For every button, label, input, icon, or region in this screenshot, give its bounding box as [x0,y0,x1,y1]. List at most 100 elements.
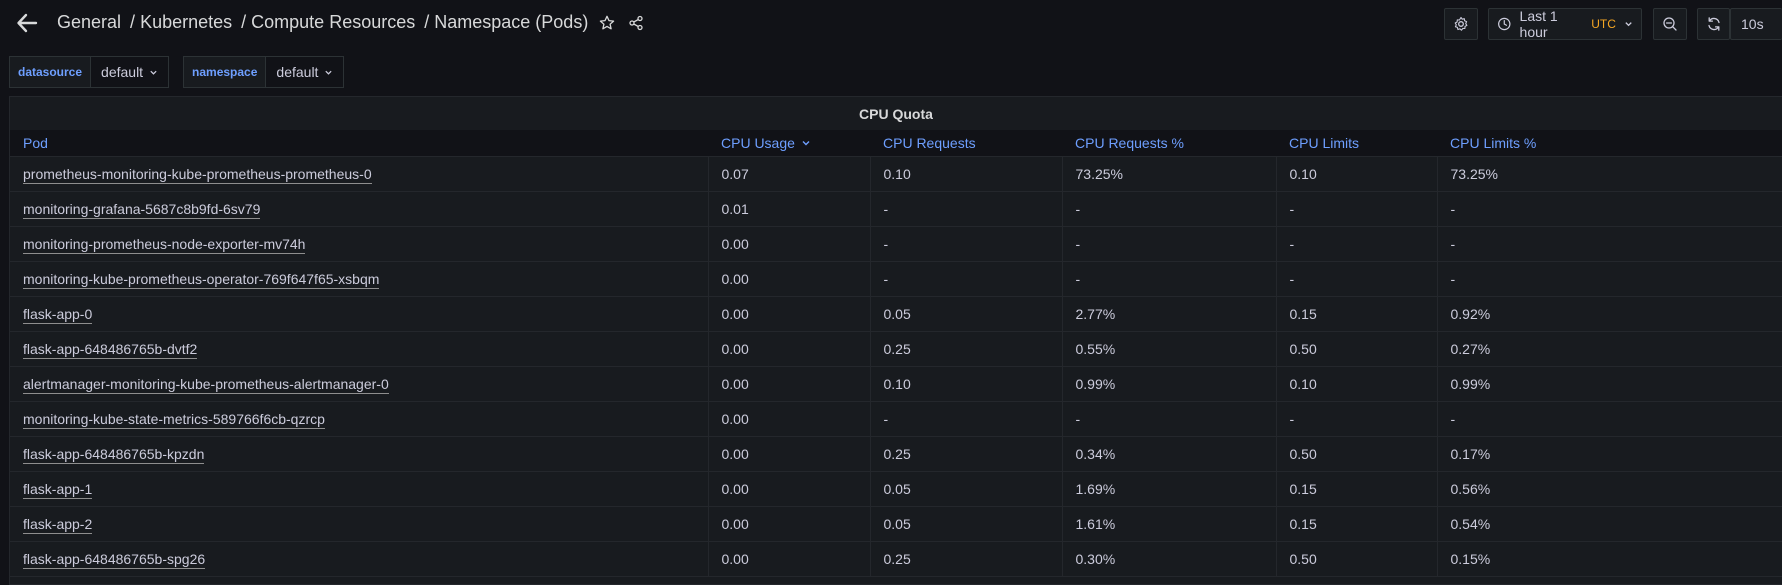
variable-label-namespace: namespace [183,56,267,88]
arrow-left-icon [17,13,38,33]
cpu-limits-pct-cell: - [1437,191,1782,227]
cpu-usage-cell: 0.07 [708,156,871,192]
share-icon [629,15,643,30]
cpu-usage-cell: 0.00 [708,261,871,297]
clock-icon [1498,17,1511,31]
cpu-limits-pct-cell: 73.25% [1437,156,1782,192]
cpu-requests-cell: 0.25 [870,541,1063,577]
cpu-requests-pct-cell: 1.61% [1062,506,1277,542]
table-row: flask-app-1 0.00 0.05 1.69% 0.15 0.56% [10,471,1782,507]
table-row: alertmanager-monitoring-kube-prometheus-… [10,366,1782,402]
cpu-quota-table: Pod CPU Usage CPU Requests CPU Requests … [10,130,1782,577]
pod-name-link[interactable]: alertmanager-monitoring-kube-prometheus-… [23,376,389,394]
cpu-limits-pct-cell: 0.56% [1437,471,1782,507]
pod-cell: flask-app-2 [10,506,709,542]
pod-name-link[interactable]: prometheus-monitoring-kube-prometheus-pr… [23,166,372,184]
refresh-button[interactable] [1697,8,1730,40]
pod-name-link[interactable]: flask-app-648486765b-spg26 [23,551,206,569]
column-header-pod[interactable]: Pod [10,130,708,157]
table-row: flask-app-2 0.00 0.05 1.61% 0.15 0.54% [10,506,1782,542]
cpu-limits-cell: - [1276,261,1438,297]
cpu-limits-cell: 0.50 [1276,331,1438,367]
breadcrumb-separator: / [130,12,136,32]
pod-name-link[interactable]: monitoring-grafana-5687c8b9fd-6sv79 [23,201,261,219]
table-row: monitoring-grafana-5687c8b9fd-6sv79 0.01 -… [10,191,1782,227]
chevron-down-icon [325,70,333,75]
refresh-icon [1707,17,1720,31]
star-icon [600,15,615,29]
cpu-usage-cell: 0.00 [708,471,871,507]
zoom-out-button[interactable] [1653,8,1687,40]
table-row: flask-app-648486765b-kpzdn 0.00 0.25 0.34% 0… [10,436,1782,472]
dashboard-nav-bar: General / Kubernetes / Compute Resources… [0,0,1782,48]
dashboard-settings-button[interactable] [1444,8,1478,40]
column-header-cpu-requests[interactable]: CPU Requests [870,130,1062,157]
column-header-cpu-requests-pct[interactable]: CPU Requests % [1062,130,1276,157]
star-button[interactable] [599,15,615,31]
cpu-requests-pct-cell: - [1062,226,1277,262]
pod-cell: alertmanager-monitoring-kube-prometheus-… [10,366,709,402]
sort-descending-icon [802,141,810,146]
cpu-limits-cell: - [1276,191,1438,227]
pod-name-link[interactable]: flask-app-0 [23,306,93,324]
panel-title[interactable]: CPU Quota [10,97,1782,130]
pod-name-link[interactable]: flask-app-2 [23,516,93,534]
cpu-usage-cell: 0.00 [708,401,871,437]
pod-name-link[interactable]: monitoring-prometheus-node-exporter-mv74… [23,236,306,254]
pod-cell: monitoring-kube-prometheus-operator-769f… [10,261,709,297]
cpu-limits-pct-cell: 0.17% [1437,436,1782,472]
pod-cell: prometheus-monitoring-kube-prometheus-pr… [10,156,709,192]
pod-name-link[interactable]: flask-app-648486765b-kpzdn [23,446,205,464]
column-header-cpu-usage[interactable]: CPU Usage [708,130,870,157]
pod-name-link[interactable]: flask-app-1 [23,481,93,499]
cpu-requests-pct-cell: 73.25% [1062,156,1277,192]
namespace-select[interactable]: default [266,56,345,88]
cpu-requests-pct-cell: 0.55% [1062,331,1277,367]
table-row: monitoring-prometheus-node-exporter-mv74… [10,226,1782,262]
pod-name-link[interactable]: flask-app-648486765b-dvtf2 [23,341,198,359]
time-range-picker[interactable]: Last 1 hour UTC [1488,8,1642,40]
column-header-cpu-limits[interactable]: CPU Limits [1276,130,1437,157]
breadcrumb-separator: / [241,12,247,32]
cpu-usage-cell: 0.00 [708,296,871,332]
cpu-limits-pct-cell: 0.92% [1437,296,1782,332]
cpu-requests-pct-cell: 0.30% [1062,541,1277,577]
cpu-requests-cell: 0.05 [870,506,1063,542]
pod-name-link[interactable]: monitoring-kube-prometheus-operator-769f… [23,271,380,289]
column-header-cpu-limits-pct[interactable]: CPU Limits % [1437,130,1782,157]
cpu-limits-cell: 0.50 [1276,541,1438,577]
cpu-usage-cell: 0.01 [708,191,871,227]
cpu-requests-pct-cell: - [1062,191,1277,227]
back-button[interactable] [14,10,40,36]
cpu-usage-cell: 0.00 [708,366,871,402]
refresh-interval-label: 10s [1741,16,1764,32]
cpu-usage-cell: 0.00 [708,331,871,367]
refresh-interval-picker[interactable]: 10s [1730,8,1782,40]
share-button[interactable] [628,15,644,31]
pod-cell: flask-app-648486765b-kpzdn [10,436,709,472]
pod-name-link[interactable]: monitoring-kube-state-metrics-589766f6cb… [23,411,325,429]
cpu-limits-pct-cell: 0.15% [1437,541,1782,577]
cpu-requests-pct-cell: 1.69% [1062,471,1277,507]
pod-cell: monitoring-grafana-5687c8b9fd-6sv79 [10,191,709,227]
cpu-limits-cell: - [1276,401,1438,437]
time-range-label: Last 1 hour [1519,8,1558,40]
cpu-limits-cell: 0.15 [1276,506,1438,542]
cpu-quota-panel: CPU Quota Pod CPU Usage CPU Requests CPU… [9,96,1782,585]
namespace-value: default [276,64,319,80]
datasource-select[interactable]: default [91,56,170,88]
breadcrumb-title: Namespace (Pods) [434,12,589,32]
cpu-requests-pct-cell: 2.77% [1062,296,1277,332]
pod-cell: flask-app-648486765b-dvtf2 [10,331,709,367]
pod-cell: flask-app-648486765b-spg26 [10,541,709,577]
breadcrumb-title: Kubernetes [140,12,233,32]
pod-cell: flask-app-1 [10,471,709,507]
cpu-requests-cell: 0.10 [870,366,1063,402]
breadcrumb-folder[interactable]: General [57,12,121,33]
cpu-limits-pct-cell: - [1437,261,1782,297]
table-row: flask-app-648486765b-dvtf2 0.00 0.25 0.55% 0… [10,331,1782,367]
cpu-requests-cell: 0.05 [870,471,1063,507]
table-row: flask-app-648486765b-spg26 0.00 0.25 0.30% 0… [10,541,1782,577]
cpu-requests-pct-cell: - [1062,261,1277,297]
cpu-requests-cell: - [870,261,1063,297]
